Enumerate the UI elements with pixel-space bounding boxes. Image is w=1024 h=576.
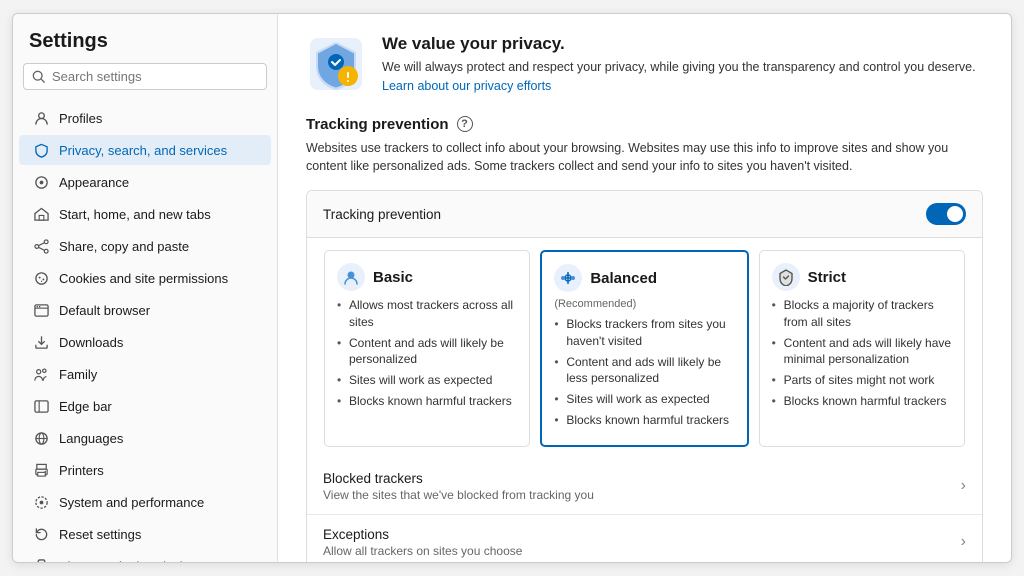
tracking-toggle[interactable] [926,203,966,225]
edge-icon [33,398,49,414]
balanced-title: Balanced [590,270,657,287]
tracking-section-desc: Websites use trackers to collect info ab… [306,139,983,177]
tracking-card-title: Tracking prevention [323,207,441,222]
privacy-banner-title: We value your privacy. [382,34,983,54]
basic-option[interactable]: Basic Allows most trackers across all si… [324,250,530,447]
exceptions-sub: Allow all trackers on sites you choose [323,544,522,558]
language-icon [33,430,49,446]
search-input[interactable] [52,69,258,84]
sidebar-item-label: Family [59,367,97,382]
sidebar-item-label: Share, copy and paste [59,239,189,254]
exceptions-title: Exceptions [323,527,522,542]
privacy-banner-desc: We will always protect and respect your … [382,58,983,96]
sidebar-item-label: Edge bar [59,399,112,414]
phone-icon [33,558,49,562]
search-box[interactable] [23,63,267,90]
sidebar-item-label: Languages [59,431,123,446]
family-icon [33,366,49,382]
blocked-trackers-row[interactable]: Blocked trackers View the sites that we'… [307,459,982,515]
system-icon [33,494,49,510]
chevron-right-icon: › [961,533,966,551]
paint-icon [33,174,49,190]
sidebar-item-phone[interactable]: Phone and other devices [19,551,271,562]
sidebar-item-cookies[interactable]: Cookies and site permissions [19,263,271,293]
basic-title: Basic [373,269,413,286]
sidebar-item-edgebar[interactable]: Edge bar [19,391,271,421]
main-content: We value your privacy. We will always pr… [278,14,1011,562]
sidebar-item-label: Start, home, and new tabs [59,207,211,222]
sidebar-item-family[interactable]: Family [19,359,271,389]
sidebar-item-reset[interactable]: Reset settings [19,519,271,549]
sidebar-item-label: Downloads [59,335,123,350]
sidebar-item-appearance[interactable]: Appearance [19,167,271,197]
balanced-option[interactable]: Balanced (Recommended) Blocks trackers f… [540,250,748,447]
help-icon[interactable]: ? [457,116,473,132]
strict-icon [772,263,800,291]
privacy-icon [306,34,366,94]
privacy-banner: We value your privacy. We will always pr… [306,34,983,96]
printer-icon [33,462,49,478]
tracking-card-header: Tracking prevention [307,191,982,238]
sidebar-item-privacy[interactable]: Privacy, search, and services [19,135,271,165]
strict-bullets: Blocks a majority of trackers from all s… [772,297,952,410]
browser-icon [33,302,49,318]
settings-window: Settings Profiles Privacy, search, and s… [12,13,1012,563]
cookie-icon [33,270,49,286]
sidebar-item-languages[interactable]: Languages [19,423,271,453]
sidebar-item-label: Privacy, search, and services [59,143,227,158]
sidebar-item-downloads[interactable]: Downloads [19,327,271,357]
sidebar-title: Settings [13,26,277,63]
sidebar-item-start[interactable]: Start, home, and new tabs [19,199,271,229]
sidebar-item-system[interactable]: System and performance [19,487,271,517]
reset-icon [33,526,49,542]
basic-icon [337,263,365,291]
shield-icon [33,142,49,158]
tracking-options: Basic Allows most trackers across all si… [307,238,982,459]
sidebar-item-profiles[interactable]: Profiles [19,103,271,133]
blocked-trackers-sub: View the sites that we've blocked from t… [323,488,594,502]
sidebar-item-label: Printers [59,463,104,478]
balanced-bullets: Blocks trackers from sites you haven't v… [554,316,734,429]
sidebar-item-label: Reset settings [59,527,141,542]
strict-title: Strict [808,269,846,286]
balanced-icon [554,264,582,292]
person-icon [33,110,49,126]
strict-option[interactable]: Strict Blocks a majority of trackers fro… [759,250,965,447]
tracking-card: Tracking prevention Basic [306,190,983,562]
sidebar-item-label: Cookies and site permissions [59,271,228,286]
sidebar-item-defaultbrowser[interactable]: Default browser [19,295,271,325]
chevron-right-icon: › [961,477,966,495]
search-icon [32,70,46,84]
sidebar-item-label: Profiles [59,111,102,126]
home-icon [33,206,49,222]
sidebar-item-label: Default browser [59,303,150,318]
sidebar: Settings Profiles Privacy, search, and s… [13,14,278,562]
privacy-text: We value your privacy. We will always pr… [382,34,983,96]
privacy-link[interactable]: Learn about our privacy efforts [382,79,551,93]
exceptions-row[interactable]: Exceptions Allow all trackers on sites y… [307,515,982,562]
share-icon [33,238,49,254]
sidebar-item-label: Appearance [59,175,129,190]
sidebar-item-label: System and performance [59,495,204,510]
sidebar-item-share[interactable]: Share, copy and paste [19,231,271,261]
download-icon [33,334,49,350]
sidebar-item-printers[interactable]: Printers [19,455,271,485]
basic-bullets: Allows most trackers across all sites Co… [337,297,517,410]
blocked-trackers-title: Blocked trackers [323,471,594,486]
balanced-subtitle: (Recommended) [554,298,734,310]
sidebar-item-label: Phone and other devices [59,559,203,563]
tracking-section-title: Tracking prevention ? [306,116,983,133]
